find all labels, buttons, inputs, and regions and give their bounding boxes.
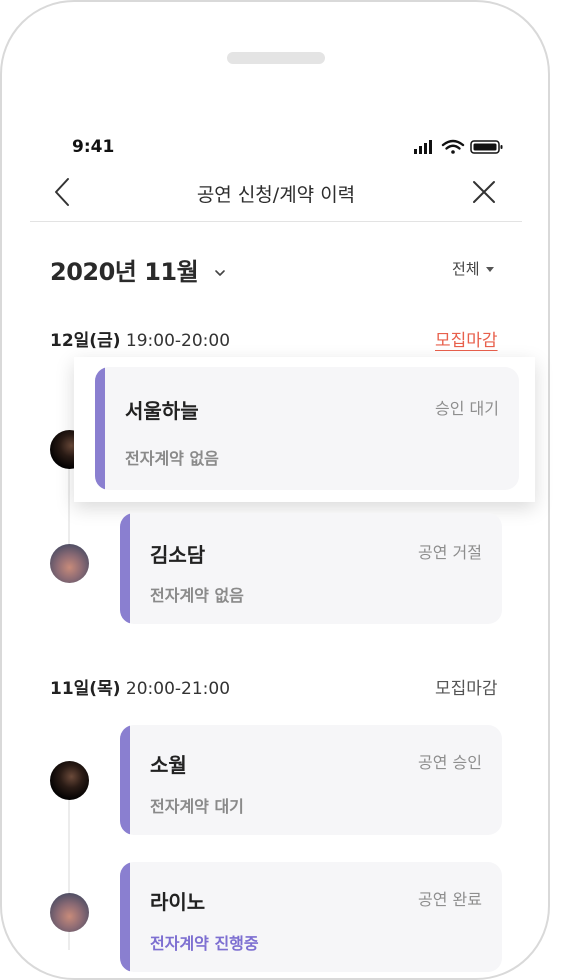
month-label: 2020년 11월: [50, 258, 199, 286]
contract-status: 전자계약 없음: [125, 449, 219, 468]
date-row: 11일(목) 20:00-21:00: [50, 674, 230, 699]
application-state: 공연 승인: [418, 753, 482, 772]
card-accent-bar: [120, 725, 130, 835]
application-card[interactable]: 라이노 공연 완료 전자계약 진행중: [120, 862, 502, 972]
recruit-status: 모집마감: [435, 679, 498, 699]
application-state: 공연 완료: [418, 890, 482, 909]
card-accent-bar: [95, 367, 105, 490]
avatar: [50, 761, 89, 800]
date-row: 12일(금) 19:00-20:00: [50, 326, 230, 351]
application-state: 승인 대기: [435, 399, 499, 418]
application-card[interactable]: 소월 공연 승인 전자계약 대기: [120, 725, 502, 835]
contract-status: 전자계약 없음: [150, 586, 244, 605]
card-accent-bar: [120, 862, 130, 972]
status-time: 9:41: [72, 137, 115, 157]
battery-icon: [470, 140, 503, 154]
speaker-notch: [227, 52, 325, 64]
avatar: [50, 893, 89, 932]
performer-name: 서울하늘: [125, 399, 199, 423]
application-card[interactable]: 서울하늘 승인 대기 전자계약 없음: [95, 367, 519, 490]
status-icons: [414, 139, 503, 154]
application-card[interactable]: 김소담 공연 거절 전자계약 없음: [120, 513, 502, 624]
wifi-icon: [441, 139, 465, 154]
close-icon[interactable]: [470, 178, 498, 206]
contract-status: 전자계약 진행중: [150, 934, 259, 953]
application-state: 공연 거절: [418, 543, 482, 562]
performer-name: 라이노: [150, 890, 206, 914]
contract-status: 전자계약 대기: [150, 797, 244, 816]
time-label: 20:00-21:00: [125, 679, 231, 699]
month-selector[interactable]: 2020년 11월: [50, 252, 226, 287]
filter-dropdown[interactable]: 전체: [452, 258, 494, 279]
caret-down-icon: [485, 267, 494, 272]
card-accent-bar: [120, 513, 130, 624]
performer-name: 소월: [150, 753, 187, 777]
avatar: [50, 544, 89, 583]
header-divider: [30, 221, 522, 222]
recruit-status-link[interactable]: 모집마감: [435, 326, 498, 351]
date-label: 12일(금): [50, 331, 121, 351]
chevron-down-icon: [215, 270, 225, 276]
date-label: 11일(목): [50, 679, 121, 699]
filter-label: 전체: [452, 260, 480, 278]
signal-icon: [414, 140, 432, 154]
time-label: 19:00-20:00: [125, 331, 231, 351]
performer-name: 김소담: [150, 543, 206, 567]
